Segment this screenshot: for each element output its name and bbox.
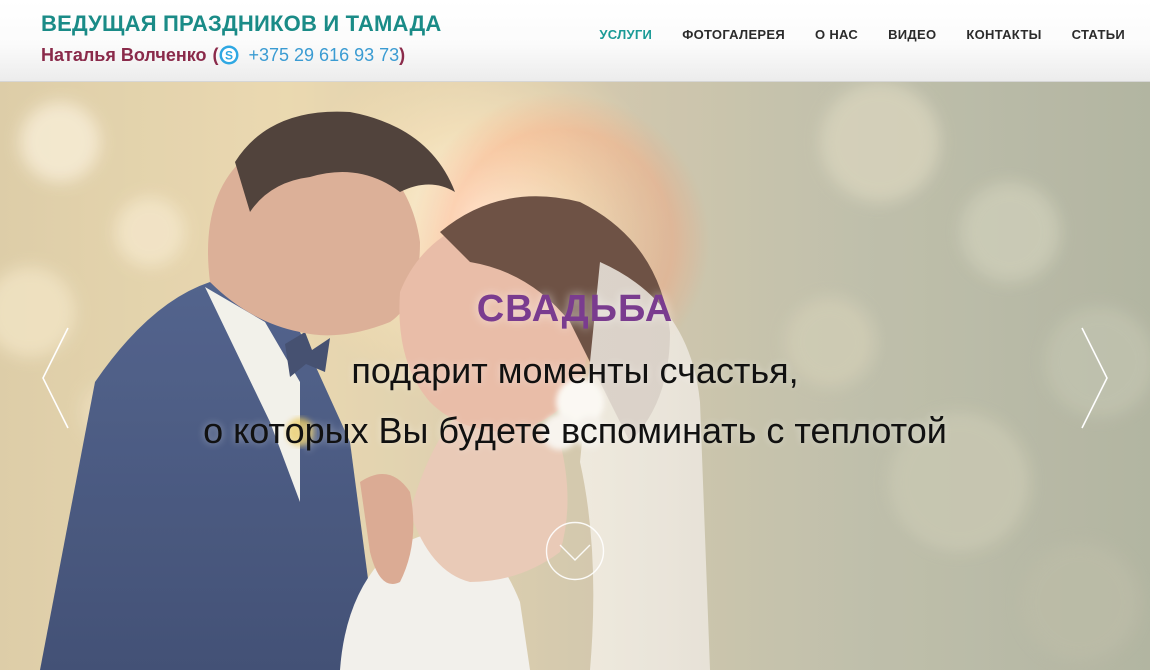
chevron-left-icon <box>42 327 69 429</box>
site-header: ВЕДУЩАЯ ПРАЗДНИКОВ И ТАМАДА Наталья Волч… <box>0 0 1150 82</box>
nav-item-articles[interactable]: СТАТЬИ <box>1072 27 1125 42</box>
svg-text:S: S <box>225 48 233 62</box>
hero-subtitle-line-2: о которых Вы будете вспоминать с теплото… <box>203 410 947 451</box>
skype-icon[interactable]: S <box>219 45 239 65</box>
phone-link[interactable]: +375 29 616 93 73 <box>248 45 399 66</box>
hero-title: СВАДЬБА <box>476 288 674 330</box>
paren-open: ( <box>212 45 219 65</box>
chevron-right-icon <box>1081 327 1108 429</box>
nav-item-gallery[interactable]: ФОТОГАЛЕРЕЯ <box>682 27 785 42</box>
slider-prev-button[interactable] <box>40 326 70 430</box>
nav-item-video[interactable]: ВИДЕО <box>888 27 936 42</box>
nav-item-services[interactable]: УСЛУГИ <box>599 27 652 42</box>
contact-line: Наталья Волченко ( S +375 29 616 93 73 ) <box>41 45 405 66</box>
hero-slider: СВАДЬБА подарит моменты счастья, о котор… <box>0 82 1150 670</box>
nav-item-contacts[interactable]: КОНТАКТЫ <box>966 27 1041 42</box>
host-name: Наталья Волченко <box>41 45 207 65</box>
slider-next-button[interactable] <box>1080 326 1110 430</box>
paren-close: ) <box>399 45 406 65</box>
main-nav: УСЛУГИ ФОТОГАЛЕРЕЯ О НАС ВИДЕО КОНТАКТЫ … <box>569 27 1125 42</box>
chevron-down-circle-icon <box>545 521 605 581</box>
scroll-down-button[interactable] <box>545 521 605 581</box>
nav-item-about[interactable]: О НАС <box>815 27 858 42</box>
hero-subtitle-line-1: подарит моменты счастья, <box>351 350 799 391</box>
site-title[interactable]: ВЕДУЩАЯ ПРАЗДНИКОВ И ТАМАДА <box>41 11 441 37</box>
